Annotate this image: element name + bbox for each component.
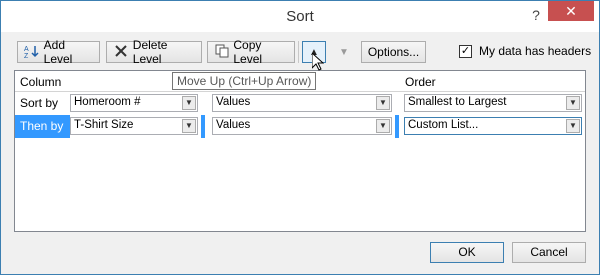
sort-on-select[interactable]: Values ▼ (212, 94, 392, 112)
headers-checkbox-label: My data has headers (479, 44, 592, 58)
sort-level-row-selected[interactable]: Then by T-Shirt Size ▼ Values ▼ Custom L… (15, 115, 585, 138)
mouse-cursor-icon (311, 51, 325, 74)
row-label: Then by (20, 119, 64, 133)
sort-level-row[interactable]: Sort by Homeroom # ▼ Values ▼ Smallest t… (15, 92, 585, 115)
chevron-down-icon[interactable]: ▼ (182, 96, 196, 110)
chevron-down-icon[interactable]: ▼ (566, 96, 580, 110)
order-value: Custom List... (408, 119, 479, 131)
order-select[interactable]: Smallest to Largest ▼ (404, 94, 582, 112)
order-value: Smallest to Largest (408, 96, 507, 108)
sort-on-value: Values (216, 96, 251, 108)
sort-on-select[interactable]: Values ▼ (212, 117, 392, 135)
row-label: Sort by (20, 96, 59, 110)
headers-checkbox-group[interactable]: ✓ My data has headers (459, 44, 591, 58)
add-level-icon: AZ (24, 44, 41, 61)
close-button[interactable]: ✕ (548, 1, 594, 21)
options-button[interactable]: Options... (361, 41, 426, 63)
move-down-button[interactable]: ▼ (332, 41, 356, 63)
delete-level-label: Delete Level (132, 38, 168, 66)
delete-level-button[interactable]: Delete Level (106, 38, 202, 66)
copy-level-button[interactable]: Copy Level (207, 38, 295, 66)
svg-text:A: A (24, 46, 29, 53)
add-level-button[interactable]: AZ Add Level (17, 38, 100, 66)
dialog-title: Sort (286, 8, 314, 25)
move-up-tooltip: Move Up (Ctrl+Up Arrow) (172, 72, 317, 90)
selection-highlight (201, 115, 205, 138)
selection-highlight (395, 115, 399, 138)
copy-icon (214, 44, 230, 61)
column-header: Column (20, 75, 62, 89)
chevron-down-icon[interactable]: ▼ (376, 119, 390, 133)
chevron-down-icon[interactable]: ▼ (182, 119, 196, 133)
toolbar-divider (298, 41, 299, 63)
arrow-down-icon: ▼ (339, 46, 349, 58)
add-level-label: Add Level (43, 38, 73, 66)
help-button[interactable]: ? (526, 5, 546, 25)
ok-button[interactable]: OK (430, 242, 504, 263)
title-bar: Sort ? ✕ (1, 1, 599, 32)
delete-icon (113, 44, 130, 61)
column-select[interactable]: Homeroom # ▼ (70, 94, 198, 112)
options-label: Options... (367, 45, 420, 59)
sort-on-value: Values (216, 119, 251, 131)
sort-dialog: Sort ? ✕ AZ Add Level Delete Level Copy … (0, 0, 600, 275)
column-value: T-Shirt Size (74, 119, 134, 131)
cancel-button[interactable]: Cancel (512, 242, 586, 263)
copy-level-label: Copy Level (233, 38, 263, 66)
column-value: Homeroom # (74, 96, 141, 108)
chevron-down-icon[interactable]: ▼ (566, 119, 580, 133)
headers-checkbox[interactable]: ✓ (459, 44, 472, 58)
order-header: Order (405, 75, 436, 89)
column-select[interactable]: T-Shirt Size ▼ (70, 117, 198, 135)
order-select[interactable]: Custom List... ▼ (404, 117, 582, 135)
svg-text:Z: Z (24, 53, 29, 58)
chevron-down-icon[interactable]: ▼ (376, 96, 390, 110)
sort-levels-grid: Column Order Sort by Homeroom # ▼ Values… (14, 70, 586, 232)
